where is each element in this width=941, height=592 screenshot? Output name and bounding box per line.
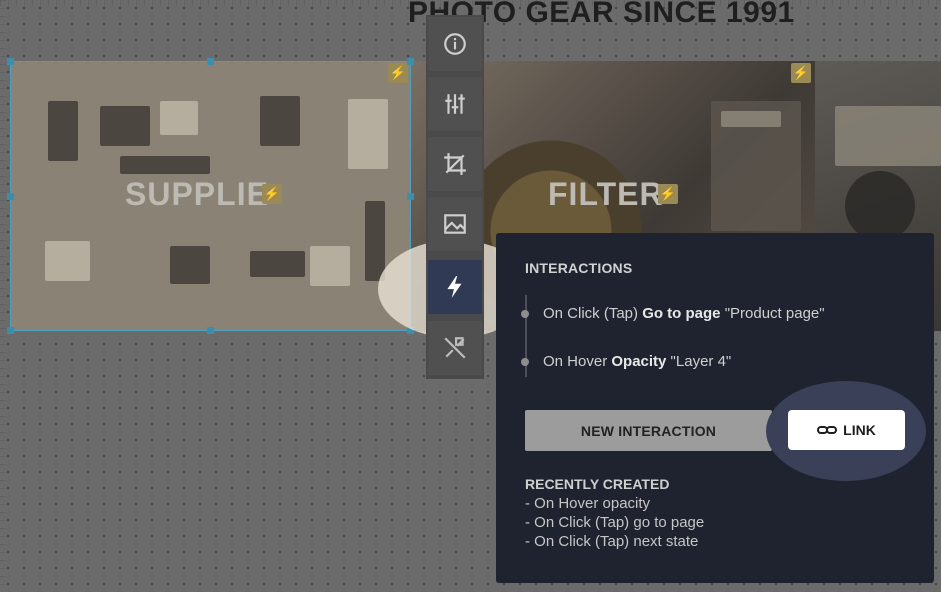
gear-item xyxy=(721,111,781,127)
gear-item xyxy=(310,246,350,286)
link-button[interactable]: LINK xyxy=(788,410,905,450)
crop-button[interactable] xyxy=(428,137,482,191)
vertical-ruler xyxy=(0,0,6,592)
recent-item[interactable]: - On Click (Tap) next state xyxy=(525,532,704,551)
recent-item[interactable]: - On Hover opacity xyxy=(525,494,704,513)
gear-item xyxy=(160,101,198,135)
gear-item xyxy=(835,106,941,166)
bolt-icon[interactable]: ⚡ xyxy=(791,63,811,83)
interaction-target: "Product page" xyxy=(720,305,825,322)
image-icon xyxy=(444,214,466,234)
interactions-heading: INTERACTIONS xyxy=(525,260,633,276)
interactions-button[interactable] xyxy=(428,260,482,314)
supplies-label: SUPPLIE xyxy=(125,176,269,212)
resize-handle[interactable] xyxy=(7,327,14,334)
recent-item[interactable]: - On Click (Tap) go to page xyxy=(525,513,704,532)
interaction-item[interactable]: On Click (Tap) Go to page "Product page" xyxy=(521,305,825,322)
image-button[interactable] xyxy=(428,197,482,251)
gear-item xyxy=(348,99,388,169)
interactions-panel: INTERACTIONS On Click (Tap) Go to page "… xyxy=(496,233,934,583)
unlink-button[interactable] xyxy=(428,321,482,375)
bolt-icon[interactable]: ⚡ xyxy=(658,184,678,204)
element-toolbar xyxy=(426,15,484,379)
gear-item xyxy=(365,201,385,281)
interaction-trigger: On Hover xyxy=(543,353,612,370)
link-icon xyxy=(817,426,838,434)
interaction-item[interactable]: On Hover Opacity "Layer 4" xyxy=(521,353,731,370)
link-button-label: LINK xyxy=(843,422,876,438)
gear-item xyxy=(170,246,210,284)
gear-item xyxy=(250,251,305,277)
info-icon xyxy=(444,33,466,55)
new-interaction-button[interactable]: NEW INTERACTION xyxy=(525,410,772,451)
crop-icon xyxy=(444,153,466,175)
info-button[interactable] xyxy=(428,17,482,71)
resize-handle[interactable] xyxy=(407,193,414,200)
resize-handle[interactable] xyxy=(207,58,214,65)
gear-item xyxy=(45,241,90,281)
recently-created-title: RECENTLY CREATED xyxy=(525,476,670,492)
supplies-tile[interactable]: SUPPLIE ⚡ ⚡ xyxy=(10,61,411,331)
bolt-icon[interactable]: ⚡ xyxy=(262,184,282,204)
unlink-icon xyxy=(444,337,466,359)
interaction-action: Go to page xyxy=(642,305,721,322)
timeline-dot xyxy=(521,357,529,366)
sliders-icon xyxy=(445,94,465,114)
resize-handle[interactable] xyxy=(207,327,214,334)
interaction-target: "Layer 4" xyxy=(666,353,732,370)
resize-handle[interactable] xyxy=(407,58,414,65)
gear-item xyxy=(120,156,210,174)
gear-item xyxy=(845,171,915,241)
timeline-dot xyxy=(521,309,529,318)
gear-item xyxy=(260,96,300,146)
filters-label: FILTER xyxy=(548,176,664,212)
bolt-icon[interactable]: ⚡ xyxy=(388,63,408,83)
bolt-icon xyxy=(447,276,462,298)
gear-item xyxy=(100,106,150,146)
interaction-trigger: On Click (Tap) xyxy=(543,305,643,322)
gear-item xyxy=(48,101,78,161)
adjustments-button[interactable] xyxy=(428,77,482,131)
recently-created-list: RECENTLY CREATED - On Hover opacity - On… xyxy=(525,475,704,551)
resize-handle[interactable] xyxy=(7,58,14,65)
resize-handle[interactable] xyxy=(7,193,14,200)
interaction-action: Opacity xyxy=(611,353,667,370)
